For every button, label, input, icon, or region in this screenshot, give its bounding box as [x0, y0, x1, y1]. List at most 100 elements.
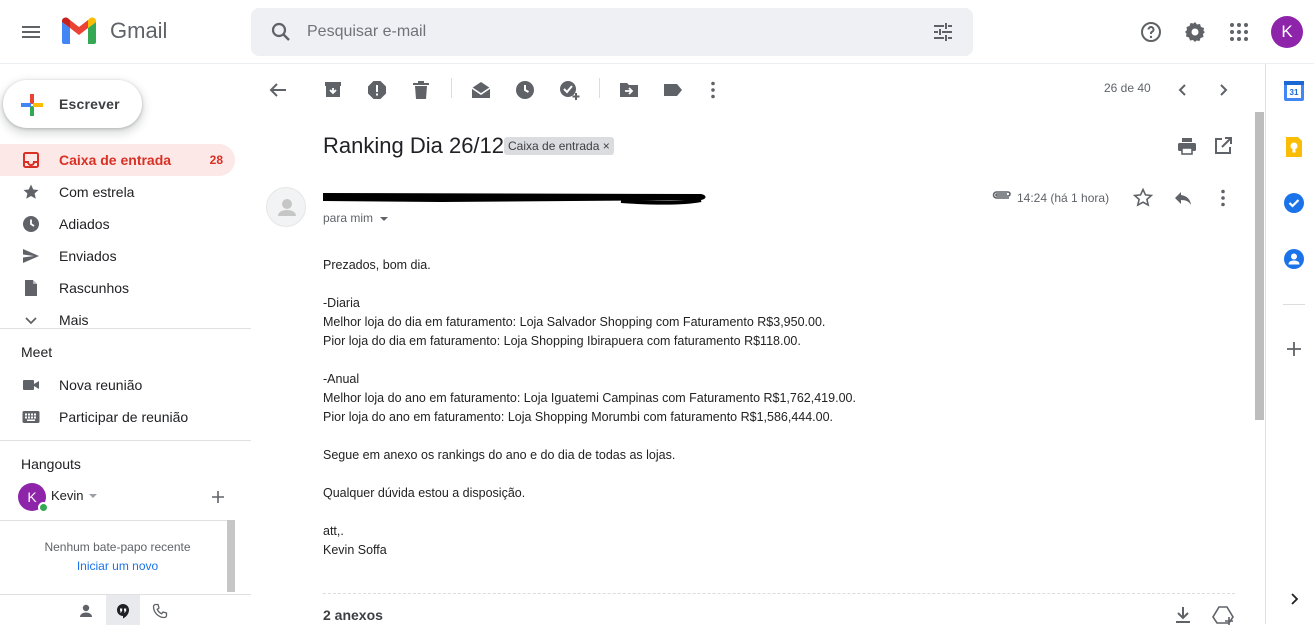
- pagination-count: 26 de 40: [1104, 81, 1151, 95]
- sidebar-item-label: Mais: [59, 312, 89, 328]
- recipient-text: para mim: [323, 211, 374, 225]
- star-icon: [22, 183, 40, 201]
- body-line: [323, 503, 1203, 522]
- hangouts-user[interactable]: K Kevin: [18, 483, 238, 513]
- body-line: [323, 427, 1203, 446]
- search-bar[interactable]: [251, 8, 973, 56]
- recipient-details-caret-icon[interactable]: [379, 214, 389, 224]
- delete-trash-icon[interactable]: [409, 78, 433, 102]
- toolbar-separator: [451, 78, 452, 98]
- open-new-window-icon[interactable]: [1211, 134, 1235, 158]
- body-line: [323, 351, 1203, 370]
- body-line: Segue em anexo os rankings do ano e do d…: [323, 448, 676, 462]
- start-new-chat-link[interactable]: Iniciar um novo: [0, 559, 235, 573]
- top-bar: Gmail K: [0, 0, 1314, 64]
- sidebar-item-drafts[interactable]: Rascunhos: [0, 272, 235, 304]
- label-tag-icon[interactable]: [661, 78, 685, 102]
- new-chat-plus-icon[interactable]: [211, 490, 225, 504]
- report-spam-icon[interactable]: [365, 78, 389, 102]
- archive-icon[interactable]: [321, 78, 345, 102]
- add-to-tasks-icon[interactable]: [557, 78, 581, 102]
- draft-icon: [22, 279, 40, 297]
- reply-arrow-icon[interactable]: [1171, 186, 1195, 210]
- inbox-label-chip[interactable]: Caixa de entrada ×: [504, 137, 614, 155]
- contacts-person-icon[interactable]: [78, 603, 94, 619]
- body-line: [323, 465, 1203, 484]
- sidebar-item-more[interactable]: Mais: [0, 304, 235, 336]
- settings-gear-icon[interactable]: [1183, 20, 1207, 44]
- meet-item-label: Participar de reunião: [59, 409, 189, 425]
- remove-label-icon[interactable]: ×: [603, 139, 610, 153]
- recipient-line[interactable]: para mim: [323, 211, 389, 225]
- email-view: 26 de 40 Ranking Dia 26/12 Caixa de entr…: [251, 64, 1265, 627]
- meet-join-meeting[interactable]: Participar de reunião: [0, 401, 251, 433]
- contacts-icon[interactable]: [1283, 248, 1305, 270]
- sidebar-item-label: Caixa de entrada: [59, 152, 172, 168]
- save-to-drive-icon[interactable]: [1211, 603, 1235, 627]
- search-input[interactable]: [307, 8, 907, 56]
- chat-empty-text: Nenhum bate-papo recente: [44, 540, 191, 554]
- sidebar-item-starred[interactable]: Com estrela: [0, 176, 235, 208]
- calendar-icon[interactable]: 31: [1283, 80, 1305, 102]
- show-side-panel-chevron-icon[interactable]: [1283, 588, 1305, 610]
- app-name: Gmail: [110, 18, 168, 43]
- toolbar-separator: [599, 78, 600, 98]
- move-to-folder-icon[interactable]: [617, 78, 641, 102]
- next-email-chevron-icon[interactable]: [1211, 78, 1235, 102]
- sender-avatar[interactable]: [266, 187, 306, 227]
- apps-grid-icon[interactable]: [1227, 20, 1251, 44]
- body-line: att,.: [323, 524, 344, 538]
- panel-divider: [1283, 304, 1305, 305]
- attachments-title: 2 anexos: [323, 607, 383, 623]
- message-more-options-icon[interactable]: [1211, 186, 1235, 210]
- keep-notes-icon[interactable]: [1283, 136, 1305, 158]
- meet-new-meeting[interactable]: Nova reunião: [0, 369, 251, 401]
- print-icon[interactable]: [1175, 134, 1199, 158]
- back-arrow-icon[interactable]: [266, 78, 290, 102]
- email-scrollbar[interactable]: [1253, 112, 1265, 624]
- sidebar-item-sent[interactable]: Enviados: [0, 240, 235, 272]
- body-line: Pior loja do dia em faturamento: Loja Sh…: [323, 334, 801, 348]
- meet-item-label: Nova reunião: [59, 377, 143, 393]
- send-icon: [22, 247, 40, 265]
- side-panel: 31: [1265, 64, 1314, 624]
- body-line: Melhor loja do dia em faturamento: Loja …: [323, 315, 826, 329]
- sidebar-item-snoozed[interactable]: Adiados: [0, 208, 235, 240]
- sidebar-item-label: Adiados: [59, 216, 110, 232]
- search-options-icon[interactable]: [931, 20, 955, 44]
- gmail-logo[interactable]: [60, 16, 98, 46]
- body-line: Qualquer dúvida estou a disposição.: [323, 486, 526, 500]
- compose-plus-icon: [19, 92, 45, 118]
- label-chip-text: Caixa de entrada: [508, 139, 600, 153]
- main-menu-icon[interactable]: [19, 20, 43, 44]
- redacted-sender-scribble: [323, 193, 706, 205]
- scrollbar-thumb[interactable]: [1255, 112, 1264, 420]
- online-status-dot: [38, 502, 49, 513]
- help-icon[interactable]: [1139, 20, 1163, 44]
- star-email-icon[interactable]: [1131, 186, 1155, 210]
- compose-label: Escrever: [59, 96, 120, 112]
- download-all-icon[interactable]: [1171, 603, 1195, 627]
- keyboard-icon: [22, 408, 40, 426]
- snooze-clock-icon[interactable]: [513, 78, 537, 102]
- body-line: Kevin Soffa: [323, 543, 387, 557]
- meet-section-title: Meet: [21, 344, 53, 360]
- account-avatar[interactable]: K: [1271, 16, 1303, 48]
- chat-scrollbar[interactable]: [227, 520, 235, 592]
- user-menu-caret-icon[interactable]: [88, 491, 98, 501]
- hangouts-bottom-bar: [0, 594, 251, 625]
- previous-email-chevron-icon[interactable]: [1171, 78, 1195, 102]
- body-line: Melhor loja do ano em faturamento: Loja …: [323, 391, 856, 405]
- more-options-icon[interactable]: [701, 78, 725, 102]
- sidebar: Escrever Caixa de entrada 28 Com estrela…: [0, 64, 251, 625]
- get-addons-plus-icon[interactable]: [1283, 338, 1305, 360]
- tasks-icon[interactable]: [1283, 192, 1305, 214]
- mark-unread-icon[interactable]: [469, 78, 493, 102]
- inbox-icon: [22, 151, 40, 169]
- chat-tab[interactable]: [106, 595, 140, 625]
- compose-button[interactable]: Escrever: [3, 80, 142, 128]
- search-icon[interactable]: [269, 20, 293, 44]
- phone-icon[interactable]: [152, 603, 168, 619]
- sidebar-item-inbox[interactable]: Caixa de entrada 28: [0, 144, 235, 176]
- email-subject: Ranking Dia 26/12: [323, 133, 505, 158]
